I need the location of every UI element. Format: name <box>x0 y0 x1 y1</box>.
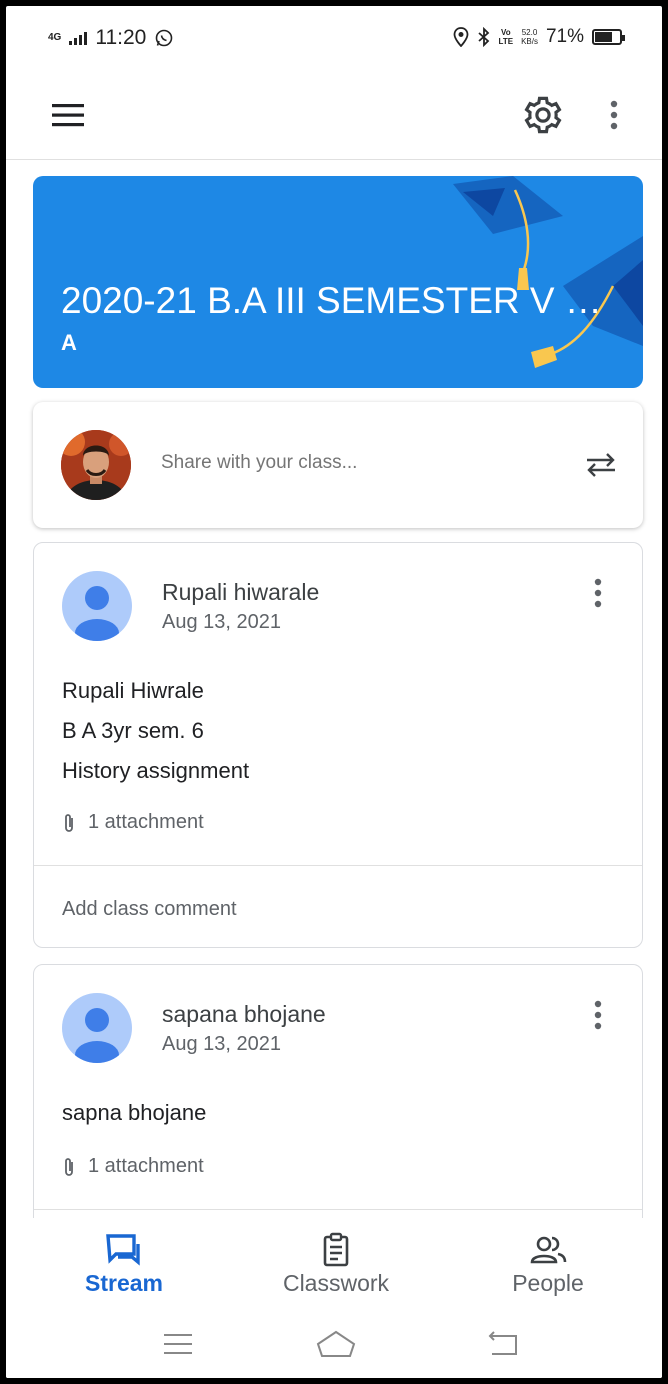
post-text: Rupali Hiwrale B A 3yr sem. 6 History as… <box>62 671 249 791</box>
author-avatar <box>62 993 132 1063</box>
volte-indicator: Vo LTE <box>499 28 514 46</box>
speed-unit: KB/s <box>521 37 538 46</box>
class-section: A <box>61 330 77 355</box>
add-comment-field[interactable]: Add class comment <box>34 865 642 947</box>
share-with-class-card[interactable]: Share with your class... <box>33 402 643 528</box>
volte-label: Vo <box>500 28 511 37</box>
system-navigation-bar <box>6 1310 662 1378</box>
top-app-bar <box>6 70 662 160</box>
stream-post[interactable]: Rupali hiwarale Aug 13, 2021 Rupali Hiwr… <box>33 542 643 948</box>
classwork-icon <box>323 1232 349 1267</box>
home-icon <box>316 1330 356 1357</box>
status-bar: 4G 11:20 Vo LTE 52.0 KB/s 71% <box>6 6 662 70</box>
battery-icon <box>592 29 625 45</box>
attachment-link[interactable]: 1 attachment <box>62 811 204 834</box>
post-line: sapna bhojane <box>62 1100 207 1125</box>
post-date: Aug 13, 2021 <box>162 1033 281 1055</box>
speed-value: 52.0 <box>521 28 538 37</box>
status-right: Vo LTE 52.0 KB/s 71% <box>453 26 625 48</box>
app-screen: 4G 11:20 Vo LTE 52.0 KB/s 71% 2020-21 B.… <box>6 6 662 1378</box>
network-type: 4G <box>48 32 62 43</box>
author-avatar <box>62 571 132 641</box>
class-title: 2020-21 B.A III SEMESTER V Hi... <box>61 280 621 321</box>
post-author: sapana bhojane <box>162 1001 326 1027</box>
class-banner[interactable]: 2020-21 B.A III SEMESTER V Hi... A <box>33 176 643 388</box>
recent-apps-button[interactable] <box>156 1326 200 1362</box>
stream-icon <box>106 1234 140 1266</box>
tab-people[interactable]: People <box>448 1218 648 1310</box>
attachment-count: 1 attachment <box>88 1155 204 1177</box>
gear-icon <box>524 96 562 134</box>
comment-placeholder[interactable]: Add class comment <box>62 898 237 921</box>
reuse-post-button[interactable] <box>583 446 619 482</box>
more-vertical-icon <box>594 1000 602 1030</box>
post-line: Rupali Hiwrale <box>62 678 204 703</box>
data-speed: 52.0 KB/s <box>521 28 538 46</box>
post-line: History assignment <box>62 758 250 783</box>
location-icon <box>453 27 468 47</box>
back-button[interactable] <box>480 1326 524 1362</box>
post-options-button[interactable] <box>586 573 610 613</box>
tab-stream[interactable]: Stream <box>24 1218 224 1310</box>
more-vertical-icon <box>610 100 618 130</box>
more-vertical-icon <box>594 578 602 608</box>
post-text: sapna bhojane <box>62 1093 206 1133</box>
repost-icon <box>587 453 615 477</box>
person-icon <box>75 586 119 641</box>
tab-classwork-label: Classwork <box>282 1270 390 1296</box>
tab-classwork[interactable]: Classwork <box>236 1218 436 1310</box>
tab-people-label: People <box>512 1270 584 1296</box>
menu-button[interactable] <box>50 98 86 132</box>
hamburger-menu-icon <box>52 104 84 127</box>
home-button[interactable] <box>314 1326 358 1362</box>
bluetooth-icon <box>477 27 489 47</box>
post-date: Aug 13, 2021 <box>162 611 281 633</box>
back-icon <box>488 1331 517 1355</box>
whatsapp-icon <box>156 29 173 47</box>
share-input-placeholder[interactable]: Share with your class... <box>161 452 357 474</box>
user-avatar <box>61 430 131 500</box>
person-icon <box>75 1008 119 1063</box>
attachment-count: 1 attachment <box>88 811 204 833</box>
clock: 11:20 <box>95 26 147 49</box>
post-author: Rupali hiwarale <box>162 579 320 605</box>
tab-stream-label: Stream <box>85 1270 163 1296</box>
post-options-button[interactable] <box>586 995 610 1035</box>
signal-icon <box>69 32 88 45</box>
post-line: B A 3yr sem. 6 <box>62 718 204 743</box>
overflow-menu-button[interactable] <box>602 94 626 136</box>
menu-lines-icon <box>164 1334 192 1354</box>
lte-label: LTE <box>498 37 514 46</box>
status-left: 4G 11:20 <box>48 26 174 50</box>
paperclip-icon <box>65 813 73 832</box>
people-icon <box>530 1236 567 1264</box>
attachment-link[interactable]: 1 attachment <box>62 1155 204 1178</box>
paperclip-icon <box>65 1157 73 1176</box>
user-photo <box>61 430 131 500</box>
settings-button[interactable] <box>522 94 564 136</box>
network-indicator: 4G <box>48 33 61 43</box>
battery-percent: 71% <box>545 26 584 47</box>
bottom-navigation: Stream Classwork People <box>6 1218 662 1310</box>
